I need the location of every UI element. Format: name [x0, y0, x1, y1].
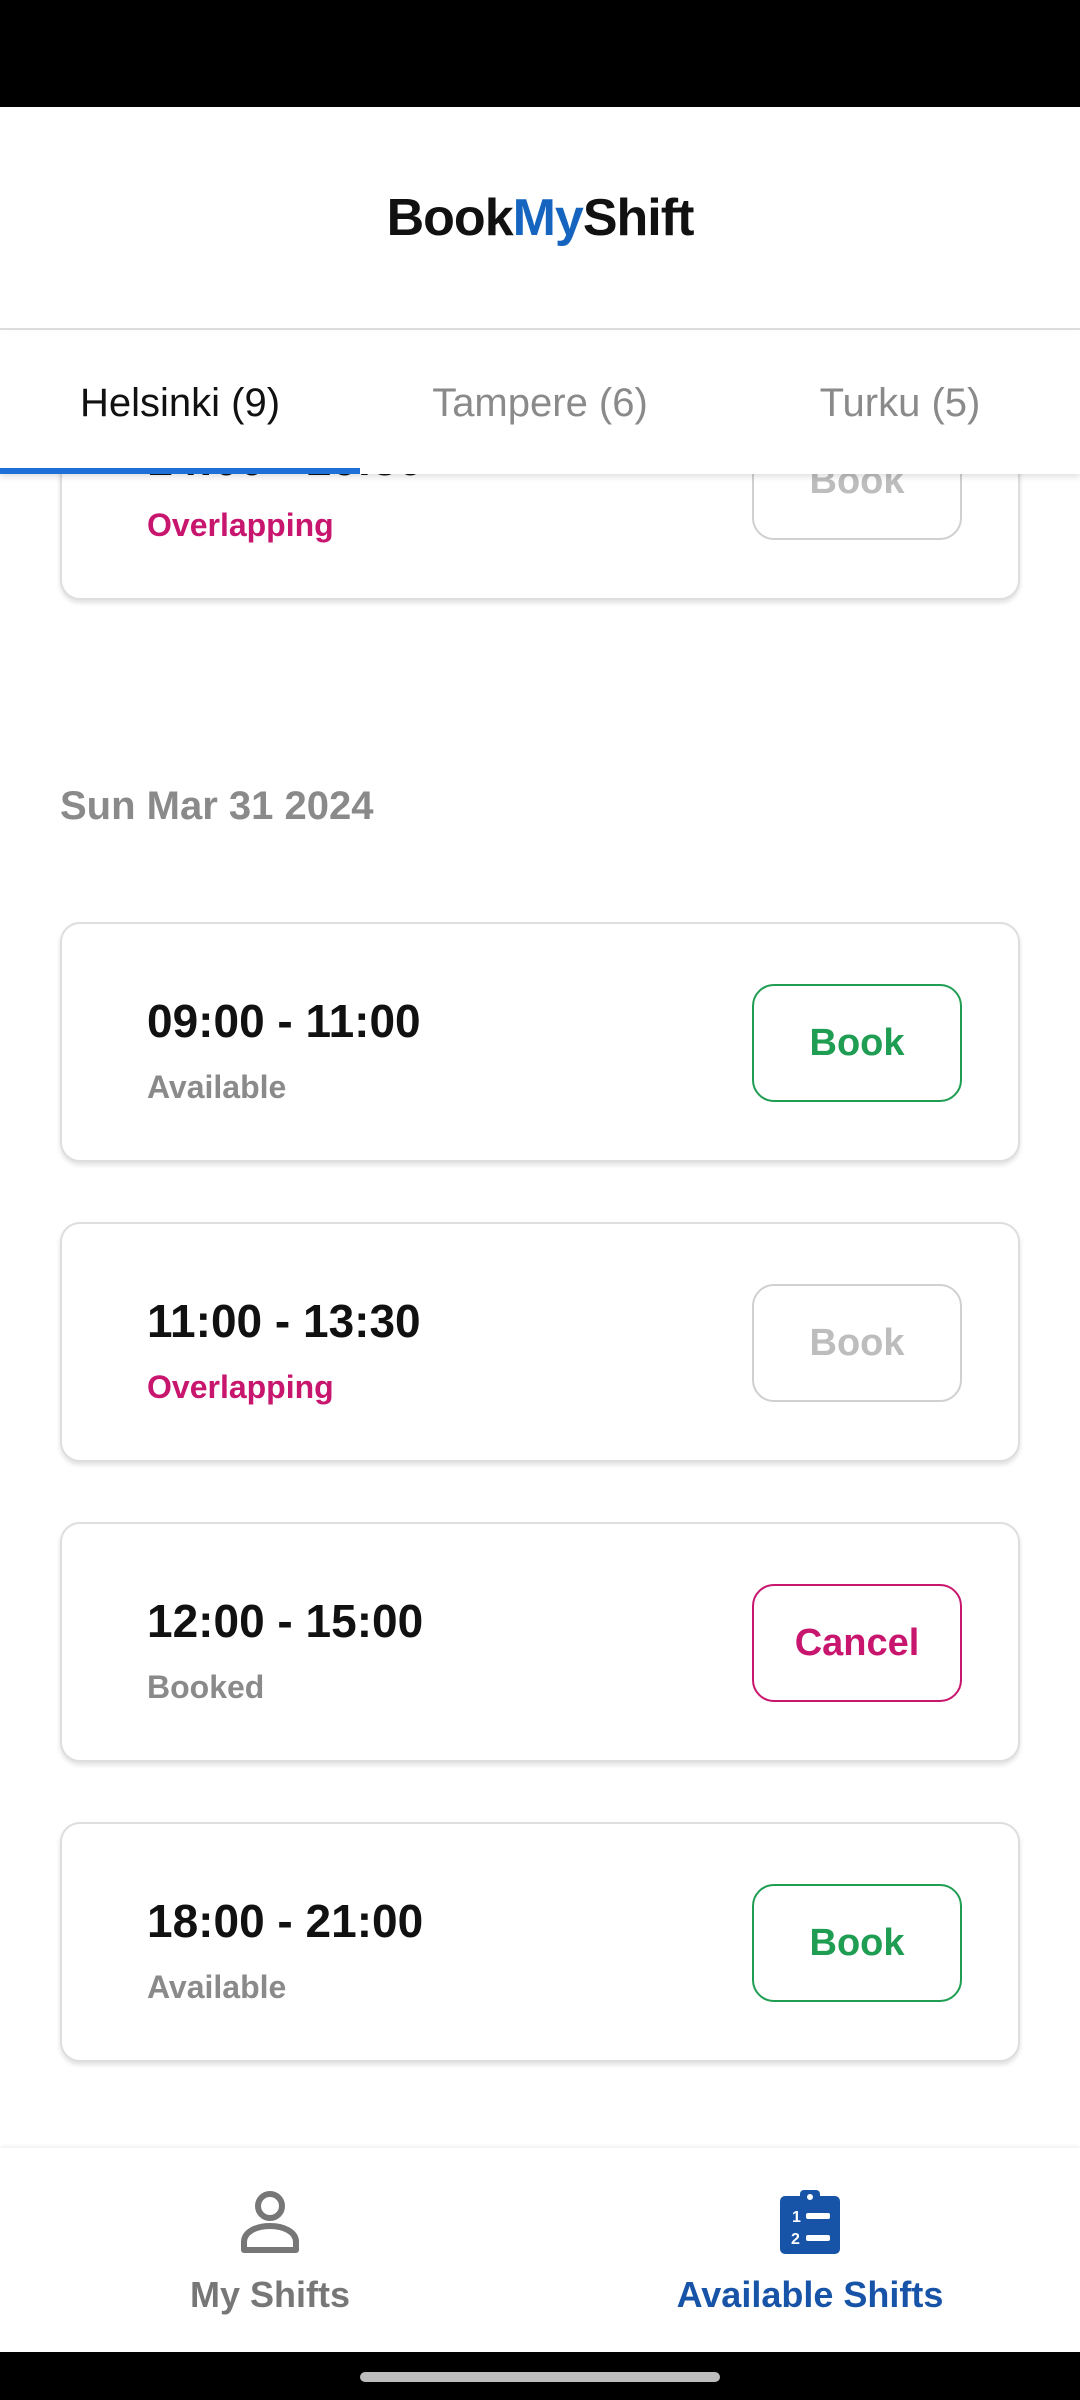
clipboard-list-icon: 1 2 — [780, 2190, 840, 2254]
nav-label: My Shifts — [189, 2274, 350, 2315]
app-logo: BookMyShift — [386, 188, 695, 247]
cancel-button[interactable]: Cancel — [752, 1584, 962, 1702]
home-gesture-handle[interactable] — [360, 2372, 720, 2382]
svg-text:2: 2 — [791, 2231, 800, 2248]
shift-card: 09:00 - 11:00 Available Book — [60, 922, 1020, 1162]
svg-text:1: 1 — [792, 2209, 801, 2226]
book-button[interactable]: Book — [752, 1884, 962, 2002]
shift-card: 14:00 - 16:30 Overlapping Book — [60, 474, 1020, 600]
shift-status: Booked — [147, 1669, 265, 1705]
nav-available-shifts[interactable]: 1 2 Available Shifts — [540, 2148, 1080, 2352]
city-tabs: Helsinki (9) Tampere (6) Turku (5) — [0, 332, 1080, 474]
nav-label: Available Shifts — [676, 2274, 944, 2315]
book-button[interactable]: Book — [752, 474, 962, 540]
nav-my-shifts[interactable]: My Shifts — [0, 2148, 540, 2352]
tab-label: Tampere (6) — [432, 380, 648, 425]
shift-time: 14:00 - 16:30 — [147, 474, 423, 486]
tab-helsinki[interactable]: Helsinki (9) — [0, 332, 360, 474]
status-bar — [0, 0, 1080, 107]
system-gesture-bar — [0, 2352, 1080, 2400]
shift-time: 18:00 - 21:00 — [147, 1895, 424, 1947]
tab-label: Helsinki (9) — [79, 380, 281, 425]
shift-status: Overlapping — [147, 1369, 334, 1405]
shift-status: Available — [147, 1969, 287, 2005]
shift-time: 11:00 - 13:30 — [147, 1295, 421, 1347]
shift-list[interactable]: 14:00 - 16:30 Overlapping Book Sun Mar 3… — [0, 474, 1080, 2148]
person-icon — [241, 2191, 299, 2253]
shift-status: Overlapping — [147, 507, 334, 543]
shift-card: 12:00 - 15:00 Booked Cancel — [60, 1522, 1020, 1762]
book-button[interactable]: Book — [752, 1284, 962, 1402]
shift-time: 09:00 - 11:00 — [147, 995, 421, 1047]
shift-card: 18:00 - 21:00 Available Book — [60, 1822, 1020, 2062]
bottom-navigation: My Shifts 1 2 Available Shifts — [0, 2148, 1080, 2352]
tab-tampere[interactable]: Tampere (6) — [360, 332, 720, 474]
book-button[interactable]: Book — [752, 984, 962, 1102]
active-tab-indicator — [0, 468, 360, 474]
tab-label: Turku (5) — [819, 380, 981, 425]
date-header: Sun Mar 31 2024 — [60, 784, 374, 828]
shift-card: 11:00 - 13:30 Overlapping Book — [60, 1222, 1020, 1462]
shift-time: 12:00 - 15:00 — [147, 1595, 424, 1647]
shift-status: Available — [147, 1069, 287, 1105]
app-header: BookMyShift — [0, 107, 1080, 330]
tab-turku[interactable]: Turku (5) — [720, 332, 1080, 474]
